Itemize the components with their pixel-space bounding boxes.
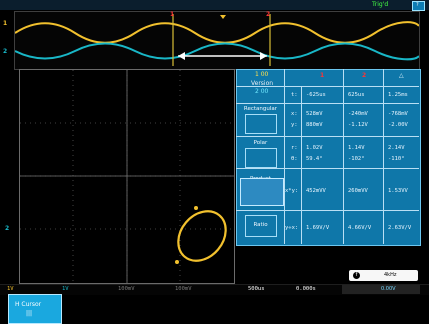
h-cursor-label: H Cursor — [15, 301, 42, 308]
value-cell: -110° — [388, 156, 405, 162]
ratio-mode-icon[interactable] — [245, 215, 277, 237]
cursor-a-marker: 1 — [170, 11, 175, 18]
axis-label: x: — [291, 111, 298, 117]
value-cell: 528mV — [306, 111, 323, 117]
trigger-position-marker — [220, 15, 226, 19]
ch4-scale: 100mV — [175, 286, 192, 292]
version-value: 2 00 — [255, 88, 269, 95]
time-span-arrow-right — [260, 52, 267, 60]
value-cell: 452mVV — [306, 188, 326, 194]
h-cursor-softkey[interactable]: H Cursor ||| — [8, 294, 62, 324]
table-vertical-divider — [284, 69, 285, 244]
xy-graticule — [19, 69, 235, 284]
xy-cursor-a-point — [194, 206, 198, 210]
row-label-polar: Polar — [253, 140, 268, 146]
row-label-rectangular: Rectangular — [243, 106, 278, 112]
frequency-icon: f — [353, 272, 360, 279]
xy-grid-svg — [20, 70, 234, 283]
cursor-table-row-divider — [236, 86, 419, 87]
value-cell: -240mV — [348, 111, 368, 117]
axis-label: x*y: — [285, 188, 299, 194]
ch2-trace — [14, 42, 420, 61]
top-status-bar — [0, 0, 429, 10]
value-cell: 1.02V — [306, 145, 323, 151]
rectangular-mode-icon[interactable] — [245, 114, 277, 134]
polar-mode-icon[interactable] — [245, 148, 277, 168]
ch3-scale: 100mV — [118, 286, 135, 292]
value-cell: -2.00V — [388, 122, 408, 128]
column-header-cursor-2: 2 — [362, 72, 367, 79]
product-mode-icon[interactable] — [240, 178, 284, 206]
axis-label: t: — [291, 92, 298, 98]
top-right-icon[interactable]: ? — [412, 1, 425, 11]
waveform-overview-svg — [14, 14, 420, 66]
axis-label: y÷x: — [285, 225, 299, 231]
value-cell: 2.63V/V — [388, 225, 412, 231]
oscilloscope-screen: Trig'd ? 1 2 1 2 1 — [0, 0, 429, 324]
frequency-box: f 4kHz — [349, 270, 418, 281]
xy-cursor-b-point — [175, 260, 179, 264]
ch1-scale: 1V — [7, 286, 14, 292]
column-header-cursor-1: 1 — [320, 72, 325, 79]
frequency-value: 4kHz — [384, 272, 397, 278]
timebase: 500us — [248, 286, 265, 292]
time-span-arrow-left — [178, 52, 185, 60]
value-cell: -625us — [306, 92, 326, 98]
value-cell: 2.14V — [388, 145, 405, 151]
cursor-table-row-divider — [236, 210, 419, 211]
left-ch2-marker: 2 — [3, 48, 8, 55]
cursor-b-marker: 2 — [266, 11, 271, 18]
table-vertical-divider — [383, 69, 384, 244]
value-cell: 1.69V/V — [306, 225, 330, 231]
value-cell: -102° — [348, 156, 365, 162]
h-cursor-value: ||| — [26, 310, 33, 317]
value-cell: 625us — [348, 92, 365, 98]
xy-left-marker: 2 — [5, 225, 10, 232]
value-cell: 260mVV — [348, 188, 368, 194]
axis-label: y: — [291, 122, 298, 128]
trigger-level: 0.00V — [381, 286, 396, 292]
xy-center-ticks — [20, 70, 234, 283]
axis-label: r: — [291, 145, 298, 151]
table-vertical-divider — [301, 86, 302, 244]
axis-label: θ: — [291, 156, 298, 162]
trigger-readout: 0.00V — [342, 285, 420, 294]
value-cell: 880mV — [306, 122, 323, 128]
value-cell: 1.53VV — [388, 188, 408, 194]
value-cell: 4.66V/V — [348, 225, 372, 231]
value-cell: -1.12V — [348, 122, 368, 128]
source-label: 1 00 — [255, 71, 269, 78]
cursor-table-row-divider — [236, 103, 419, 104]
ch1-trace — [14, 21, 420, 44]
value-cell: -768mV — [388, 111, 408, 117]
value-cell: 59.4° — [306, 156, 323, 162]
trigger-status: Trig'd — [372, 1, 389, 8]
value-cell: 1.25ms — [388, 92, 408, 98]
horizontal-position: 0.000s — [296, 286, 316, 292]
value-cell: 1.14V — [348, 145, 365, 151]
left-ch1-marker: 1 — [3, 20, 8, 27]
cursor-table-row-divider — [236, 136, 419, 137]
column-header-delta: △ — [399, 72, 404, 79]
cursor-table-row-divider — [236, 168, 419, 169]
xy-lissajous-trace — [177, 210, 227, 262]
table-vertical-divider — [343, 69, 344, 244]
ch2-scale: 1V — [62, 286, 69, 292]
waveform-overview — [14, 11, 420, 70]
